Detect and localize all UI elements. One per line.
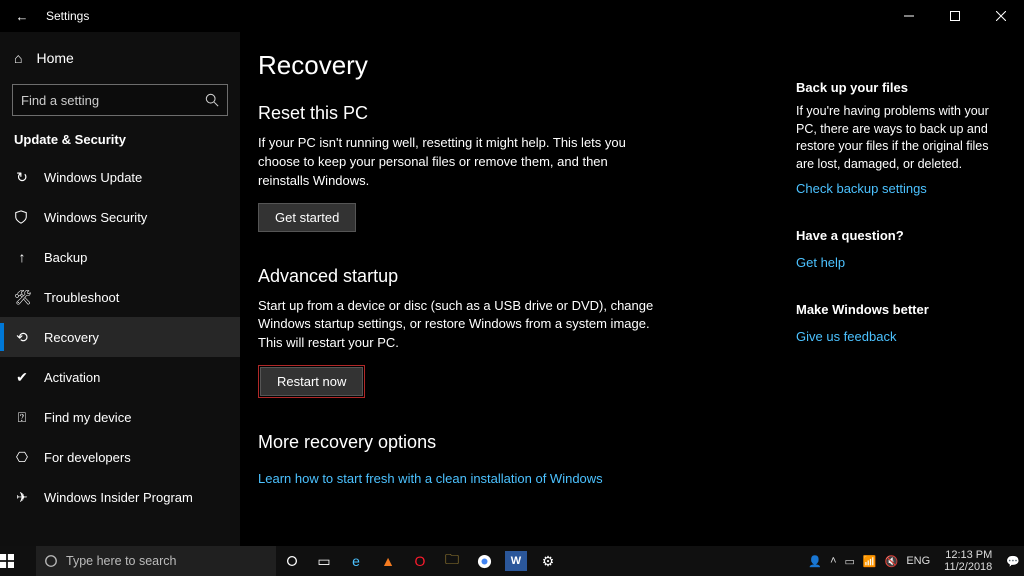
- action-center-icon[interactable]: 💬: [1006, 555, 1020, 568]
- taskbar-search-placeholder: Type here to search: [66, 554, 176, 568]
- explorer-icon[interactable]: 🗀: [436, 546, 468, 576]
- sidebar-item-label: Activation: [44, 370, 100, 385]
- restart-now-button[interactable]: Restart now: [260, 367, 363, 396]
- sidebar-item-label: Troubleshoot: [44, 290, 119, 305]
- backup-icon: ↑: [14, 249, 30, 265]
- more-title: More recovery options: [258, 432, 738, 453]
- sidebar-item-insider[interactable]: ✈ Windows Insider Program: [0, 477, 240, 517]
- clock[interactable]: 12:13 PM 11/2/2018: [938, 549, 998, 573]
- volume-icon[interactable]: 🔇: [885, 555, 899, 568]
- sidebar-category: Update & Security: [0, 126, 240, 157]
- battery-icon[interactable]: ▭: [845, 555, 855, 568]
- sidebar-item-recovery[interactable]: ⟲ Recovery: [0, 317, 240, 357]
- get-started-label: Get started: [275, 210, 339, 225]
- backup-desc: If you're having problems with your PC, …: [796, 103, 1006, 173]
- edge-icon[interactable]: e: [340, 546, 372, 576]
- get-started-button[interactable]: Get started: [258, 203, 356, 232]
- developers-icon: ⎔: [14, 449, 30, 466]
- sidebar-item-label: Find my device: [44, 410, 131, 425]
- recovery-icon: ⟲: [14, 329, 30, 346]
- settings-search[interactable]: Find a setting: [12, 84, 228, 116]
- shield-icon: [14, 210, 30, 224]
- wrench-icon: 🛠: [14, 289, 30, 306]
- language-indicator[interactable]: ENG: [906, 555, 930, 567]
- vlc-icon[interactable]: ▲: [372, 546, 404, 576]
- sidebar-item-label: Windows Insider Program: [44, 490, 193, 505]
- settings-icon[interactable]: ⚙: [532, 546, 564, 576]
- insider-icon: ✈: [14, 489, 30, 506]
- fresh-install-link[interactable]: Learn how to start fresh with a clean in…: [258, 471, 603, 486]
- taskbar: Type here to search ▭ e ▲ O 🗀 W ⚙ 👤 ˄ ▭ …: [0, 546, 1024, 576]
- task-view-icon[interactable]: ▭: [308, 546, 340, 576]
- word-icon[interactable]: W: [505, 551, 527, 571]
- sidebar-item-windows-security[interactable]: Windows Security: [0, 197, 240, 237]
- close-button[interactable]: [978, 0, 1024, 32]
- check-icon: ✔: [14, 369, 30, 386]
- restart-now-label: Restart now: [277, 374, 346, 389]
- question-title: Have a question?: [796, 228, 1006, 243]
- sidebar-item-for-developers[interactable]: ⎔ For developers: [0, 437, 240, 477]
- people-icon[interactable]: 👤: [808, 555, 822, 568]
- sidebar-item-label: Windows Security: [44, 210, 147, 225]
- advanced-title: Advanced startup: [258, 266, 738, 287]
- cortana-icon: [44, 554, 58, 568]
- chrome-icon[interactable]: [468, 546, 500, 576]
- maximize-button[interactable]: [932, 0, 978, 32]
- restart-highlight: Restart now: [258, 365, 365, 398]
- sidebar: ⌂ Home Find a setting Update & Security …: [0, 32, 240, 546]
- backup-link[interactable]: Check backup settings: [796, 181, 927, 196]
- sidebar-item-label: For developers: [44, 450, 131, 465]
- sidebar-home[interactable]: ⌂ Home: [0, 38, 240, 78]
- system-tray[interactable]: 👤 ˄ ▭ 📶 🔇 ENG 12:13 PM 11/2/2018 💬: [808, 549, 1024, 573]
- sidebar-item-activation[interactable]: ✔ Activation: [0, 357, 240, 397]
- clock-time: 12:13 PM: [944, 549, 992, 561]
- sidebar-item-label: Recovery: [44, 330, 99, 345]
- search-placeholder: Find a setting: [21, 93, 99, 108]
- sidebar-item-backup[interactable]: ↑ Backup: [0, 237, 240, 277]
- reset-desc: If your PC isn't running well, resetting…: [258, 134, 658, 191]
- right-column: Back up your files If you're having prob…: [796, 50, 1006, 546]
- search-icon: [205, 93, 219, 107]
- home-icon: ⌂: [14, 50, 22, 66]
- feedback-title: Make Windows better: [796, 302, 1006, 317]
- tray-chevron-icon[interactable]: ˄: [830, 555, 836, 567]
- sidebar-item-label: Backup: [44, 250, 87, 265]
- get-help-link[interactable]: Get help: [796, 255, 845, 270]
- sidebar-item-label: Windows Update: [44, 170, 142, 185]
- start-button[interactable]: [0, 554, 36, 568]
- content: Recovery Reset this PC If your PC isn't …: [258, 50, 738, 546]
- window-title: Settings: [46, 9, 89, 23]
- location-icon: ⍰: [14, 409, 30, 426]
- advanced-desc: Start up from a device or disc (such as …: [258, 297, 658, 354]
- cortana-mic-icon[interactable]: [276, 546, 308, 576]
- page-title: Recovery: [258, 50, 738, 81]
- titlebar: ← Settings: [0, 0, 1024, 32]
- wifi-icon[interactable]: 📶: [863, 555, 877, 568]
- sync-icon: ↻: [14, 169, 30, 186]
- clock-date: 11/2/2018: [944, 561, 992, 573]
- taskbar-search[interactable]: Type here to search: [36, 546, 276, 576]
- back-button[interactable]: ←: [10, 9, 34, 24]
- sidebar-item-find-my-device[interactable]: ⍰ Find my device: [0, 397, 240, 437]
- opera-icon[interactable]: O: [404, 546, 436, 576]
- sidebar-home-label: Home: [36, 50, 73, 66]
- reset-title: Reset this PC: [258, 103, 738, 124]
- backup-title: Back up your files: [796, 80, 1006, 95]
- feedback-link[interactable]: Give us feedback: [796, 329, 896, 344]
- minimize-button[interactable]: [886, 0, 932, 32]
- sidebar-item-troubleshoot[interactable]: 🛠 Troubleshoot: [0, 277, 240, 317]
- sidebar-item-windows-update[interactable]: ↻ Windows Update: [0, 157, 240, 197]
